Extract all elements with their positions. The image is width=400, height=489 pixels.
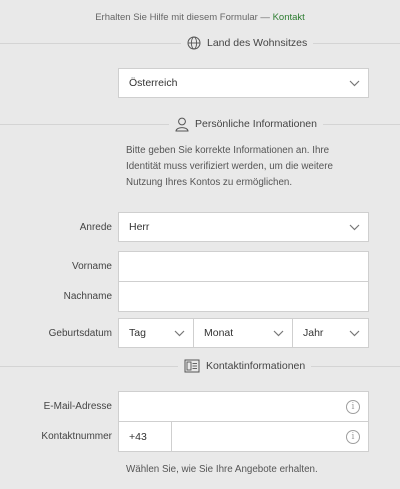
last-name-label: Nachname bbox=[63, 291, 112, 302]
salutation-value: Herr bbox=[129, 221, 150, 233]
birth-day-select[interactable]: Tag bbox=[118, 318, 194, 348]
last-name-input[interactable] bbox=[118, 281, 369, 312]
birth-month-value: Monat bbox=[204, 327, 234, 339]
personal-intro: Bitte geben Sie korrekte Informationen a… bbox=[126, 143, 386, 191]
chevron-down-icon bbox=[349, 324, 360, 342]
chevron-down-icon bbox=[174, 324, 185, 342]
phone-label: Kontaktnummer bbox=[41, 431, 112, 442]
birth-month-select[interactable]: Monat bbox=[193, 318, 293, 348]
country-select[interactable]: Österreich bbox=[118, 68, 369, 98]
phone-prefix-field[interactable]: +43 bbox=[118, 421, 172, 452]
personal-intro-line: Bitte geben Sie korrekte Informationen a… bbox=[126, 145, 330, 156]
email-input[interactable]: i bbox=[118, 391, 369, 422]
chevron-down-icon bbox=[349, 218, 360, 236]
first-name-input[interactable] bbox=[118, 251, 369, 282]
section-contact-title: Kontaktinformationen bbox=[206, 360, 306, 372]
birth-day-value: Tag bbox=[129, 327, 146, 339]
personal-intro-line: Identität muss verifiziert werden, um di… bbox=[126, 161, 333, 172]
chevron-down-icon bbox=[273, 324, 284, 342]
birthdate-label: Geburtsdatum bbox=[48, 328, 112, 339]
salutation-label: Anrede bbox=[79, 222, 112, 233]
section-residence: Land des Wohnsitzes bbox=[181, 35, 314, 51]
birth-year-value: Jahr bbox=[303, 327, 324, 339]
globe-icon bbox=[187, 36, 201, 50]
section-contact: Kontaktinformationen bbox=[178, 358, 312, 374]
info-icon[interactable]: i bbox=[346, 429, 360, 444]
info-icon[interactable]: i bbox=[346, 399, 360, 414]
birth-year-select[interactable]: Jahr bbox=[292, 318, 369, 348]
phone-prefix-value: +43 bbox=[129, 430, 147, 443]
section-residence-title: Land des Wohnsitzes bbox=[207, 37, 308, 49]
help-text: Erhalten Sie Hilfe mit diesem Formular — bbox=[95, 12, 270, 23]
section-personal: Persönliche Informationen bbox=[169, 116, 323, 132]
contact-link[interactable]: Kontakt bbox=[273, 12, 305, 23]
country-value: Österreich bbox=[129, 77, 178, 89]
help-line: Erhalten Sie Hilfe mit diesem Formular —… bbox=[0, 12, 400, 23]
offers-text: Wählen Sie, wie Sie Ihre Angebote erhalt… bbox=[126, 464, 318, 475]
email-label: E-Mail-Adresse bbox=[43, 401, 112, 412]
phone-number-input[interactable]: i bbox=[171, 421, 369, 452]
salutation-select[interactable]: Herr bbox=[118, 212, 369, 242]
contact-card-icon bbox=[184, 359, 200, 373]
personal-intro-line: Nutzung Ihres Kontos zu ermöglichen. bbox=[126, 177, 293, 188]
person-icon bbox=[175, 117, 189, 132]
section-personal-title: Persönliche Informationen bbox=[195, 118, 317, 130]
first-name-label: Vorname bbox=[71, 261, 112, 272]
chevron-down-icon bbox=[349, 74, 360, 92]
